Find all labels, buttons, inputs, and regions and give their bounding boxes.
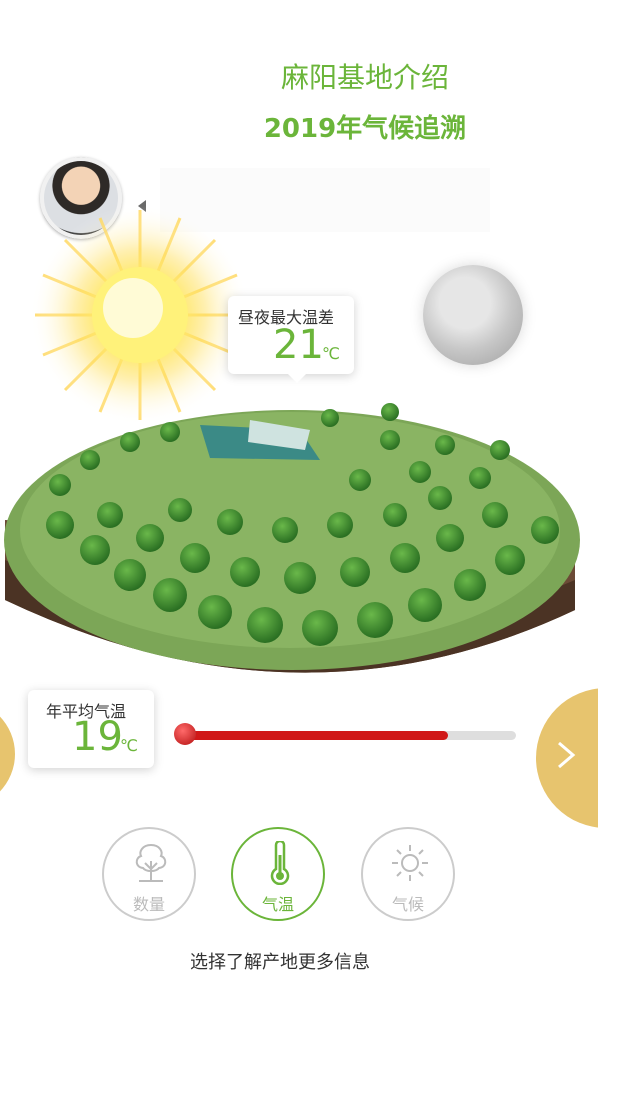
max-temp-diff-value: 21 xyxy=(273,322,324,368)
nav-button-quantity[interactable]: 数量 xyxy=(102,827,196,921)
max-temp-diff-unit: ℃ xyxy=(322,344,340,363)
card-pointer xyxy=(288,374,306,383)
max-temp-diff-card: 昼夜最大温差 21 ℃ xyxy=(228,296,354,383)
sun-icon xyxy=(392,845,428,881)
nav-button-temperature[interactable]: 气温 xyxy=(231,827,325,921)
chevron-right-icon xyxy=(558,741,576,769)
thermometer-bulb xyxy=(174,723,196,745)
page-title: 麻阳基地介绍 xyxy=(280,61,449,94)
avg-temp-unit: ℃ xyxy=(120,736,138,755)
nav-label-quantity: 数量 xyxy=(132,895,165,914)
avg-temp-value: 19 xyxy=(72,714,123,760)
prev-arrow-bg xyxy=(0,700,15,808)
page-subtitle: 2019年气候追溯 xyxy=(263,114,467,144)
prev-arrow-button[interactable] xyxy=(0,700,15,808)
thermometer-icon xyxy=(270,841,290,885)
nav-label-climate: 气候 xyxy=(391,895,424,914)
nav-button-climate[interactable]: 气候 xyxy=(361,827,455,921)
thermometer-fill xyxy=(178,731,449,740)
tree-icon xyxy=(135,843,167,882)
next-arrow-button[interactable] xyxy=(536,688,598,828)
nav-label-temperature: 气温 xyxy=(261,895,294,914)
hint-text: 选择了解产地更多信息 xyxy=(190,952,370,973)
farm-illustration xyxy=(4,403,580,673)
thermometer-bar xyxy=(178,731,516,740)
avg-temp-card: 年平均气温 19 ℃ xyxy=(28,690,154,768)
moon-icon xyxy=(423,265,523,365)
